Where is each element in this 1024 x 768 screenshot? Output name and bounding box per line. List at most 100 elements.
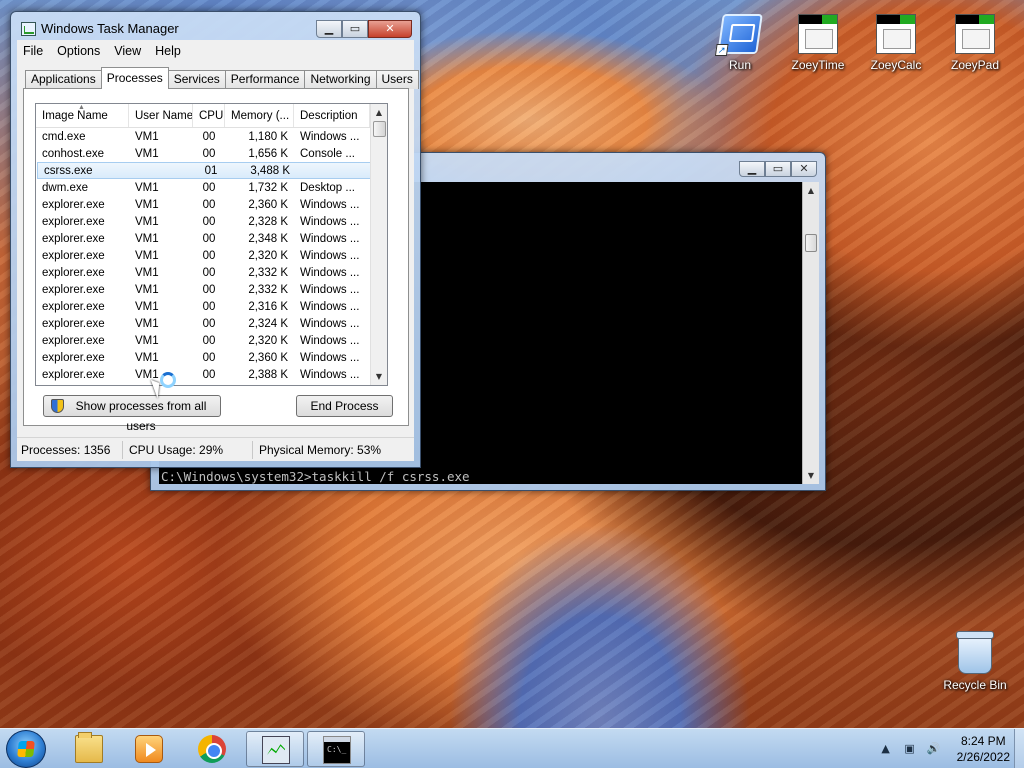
taskbar-task-manager[interactable]: [246, 731, 304, 767]
table-row[interactable]: explorer.exe VM1 00 2,332 K Windows ...: [36, 264, 387, 281]
cell-memory: 1,180 K: [248, 130, 288, 143]
clock-time: 8:24 PM: [960, 734, 1006, 748]
cell-cpu: 00: [202, 283, 216, 296]
maximize-button[interactable]: ▭: [765, 161, 791, 177]
minimize-button[interactable]: ▁: [739, 161, 765, 177]
table-row[interactable]: explorer.exe VM1 00 2,360 K Windows ...: [36, 196, 387, 213]
cell-image-name: explorer.exe: [42, 215, 105, 228]
column-user-name[interactable]: User Name: [129, 104, 193, 127]
cell-cpu: 00: [202, 300, 216, 313]
process-list[interactable]: ▲ Image Name User Name CPU Memory (... D…: [35, 103, 388, 386]
clock[interactable]: 8:24 PM 2/26/2022: [957, 733, 1010, 765]
network-icon[interactable]: ▣: [901, 742, 919, 756]
desktop-icon-run[interactable]: ↗ Run: [704, 14, 776, 72]
console-scrollbar[interactable]: ▲ ▼: [802, 182, 819, 484]
media-player-icon: [135, 735, 163, 763]
scroll-up-arrow-icon[interactable]: ▲: [371, 104, 387, 121]
desktop-icon-zoeycalc[interactable]: ZoeyCalc: [860, 14, 932, 72]
table-row[interactable]: explorer.exe VM1 00 2,320 K Windows ...: [36, 247, 387, 264]
console-command-line: C:\Windows\system32>taskkill /f csrss.ex…: [161, 469, 470, 484]
tab-performance[interactable]: Performance: [224, 70, 306, 89]
tab-services[interactable]: Services: [167, 70, 226, 89]
scroll-up-arrow-icon[interactable]: ▲: [803, 182, 819, 199]
desktop-icon-recycle-bin[interactable]: Recycle Bin: [939, 631, 1011, 692]
scroll-thumb[interactable]: [805, 234, 817, 252]
cell-image-name: dwm.exe: [42, 181, 89, 194]
cell-user-name: VM1: [135, 317, 159, 330]
table-row[interactable]: csrss.exe 01 3,488 K: [37, 162, 386, 179]
menu-options[interactable]: Options: [57, 44, 100, 58]
table-row[interactable]: explorer.exe VM1 00 2,328 K Windows ...: [36, 213, 387, 230]
taskbar-media-player[interactable]: [120, 731, 178, 767]
show-desktop-button[interactable]: [1014, 729, 1024, 768]
cell-memory: 1,732 K: [248, 181, 288, 194]
close-button[interactable]: ✕: [791, 161, 817, 177]
cell-image-name: explorer.exe: [42, 368, 105, 381]
status-physical-memory: Physical Memory: 53%: [259, 442, 382, 457]
system-tray: ▲ ▣ 🔊 8:24 PM 2/26/2022: [877, 729, 1010, 768]
cell-memory: 2,348 K: [248, 232, 288, 245]
volume-icon[interactable]: 🔊: [925, 742, 943, 756]
tab-processes[interactable]: Processes: [100, 67, 169, 89]
taskbar-command-prompt[interactable]: [307, 731, 365, 767]
cell-description: Windows ...: [300, 249, 360, 262]
table-row[interactable]: explorer.exe VM1 00 2,332 K Windows ...: [36, 281, 387, 298]
task-manager-icon: [21, 22, 36, 36]
cell-description: Windows ...: [300, 198, 360, 211]
tab-applications[interactable]: Applications: [25, 70, 102, 89]
tab-users[interactable]: Users: [375, 70, 419, 89]
column-memory[interactable]: Memory (...: [225, 104, 294, 127]
table-row[interactable]: explorer.exe VM1 00 2,348 K Windows ...: [36, 230, 387, 247]
app-window-icon: [798, 14, 838, 54]
taskbar-file-explorer[interactable]: [60, 731, 118, 767]
cell-user-name: VM1: [135, 334, 159, 347]
tab-networking[interactable]: Networking: [304, 70, 377, 89]
menu-bar: File Options View Help: [17, 40, 414, 61]
column-cpu[interactable]: CPU: [193, 104, 225, 127]
cell-image-name: explorer.exe: [42, 351, 105, 364]
cell-cpu: 00: [202, 317, 216, 330]
scroll-thumb[interactable]: [373, 121, 386, 137]
start-button[interactable]: [6, 730, 46, 768]
desktop-icon-zoeypad[interactable]: ZoeyPad: [939, 14, 1011, 72]
menu-help[interactable]: Help: [155, 44, 181, 58]
table-row[interactable]: explorer.exe VM1 00 2,316 K Windows ...: [36, 298, 387, 315]
table-row[interactable]: explorer.exe VM1 00 2,360 K Windows ...: [36, 349, 387, 366]
taskbar-chrome[interactable]: [183, 731, 241, 767]
process-rows: cmd.exe VM1 00 1,180 K Windows ... conhost.ex…: [36, 128, 387, 383]
close-button[interactable]: ✕: [368, 20, 412, 38]
table-row[interactable]: explorer.exe VM1 00 2,320 K Windows ...: [36, 332, 387, 349]
column-description[interactable]: Description: [294, 104, 370, 127]
cell-user-name: VM1: [135, 130, 159, 143]
cell-memory: 2,388 K: [248, 368, 288, 381]
maximize-button[interactable]: ▭: [342, 20, 368, 38]
cell-memory: 2,324 K: [248, 317, 288, 330]
cell-description: Windows ...: [300, 232, 360, 245]
cell-memory: 2,360 K: [248, 198, 288, 211]
task-manager-window[interactable]: Windows Task Manager ▁ ▭ ✕ File Options …: [10, 11, 421, 468]
show-hidden-icons-icon[interactable]: ▲: [877, 742, 895, 756]
table-row[interactable]: explorer.exe VM1 00 2,388 K Windows ...: [36, 366, 387, 383]
minimize-button[interactable]: ▁: [316, 20, 342, 38]
busy-spinner-icon: [160, 372, 176, 388]
process-list-scrollbar[interactable]: ▲ ▼: [370, 104, 387, 385]
table-row[interactable]: conhost.exe VM1 00 1,656 K Console ...: [36, 145, 387, 162]
desktop-icon-zoeytime[interactable]: ZoeyTime: [782, 14, 854, 72]
cell-image-name: explorer.exe: [42, 334, 105, 347]
desktop: ↗ Run ZoeyTime ZoeyCalc ZoeyPad Recycle …: [0, 0, 1024, 728]
table-row[interactable]: dwm.exe VM1 00 1,732 K Desktop ...: [36, 179, 387, 196]
table-row[interactable]: explorer.exe VM1 00 2,324 K Windows ...: [36, 315, 387, 332]
menu-view[interactable]: View: [114, 44, 141, 58]
menu-file[interactable]: File: [23, 44, 43, 58]
cell-image-name: explorer.exe: [42, 266, 105, 279]
cell-description: Windows ...: [300, 351, 360, 364]
scroll-down-arrow-icon[interactable]: ▼: [803, 467, 819, 484]
show-all-processes-button[interactable]: Show processes from all users: [43, 395, 221, 433]
chrome-icon: [198, 735, 226, 763]
taskbar: ▲ ▣ 🔊 8:24 PM 2/26/2022: [0, 728, 1024, 768]
end-process-button[interactable]: End Process: [296, 395, 393, 417]
column-image-name[interactable]: ▲ Image Name: [36, 104, 129, 127]
status-bar: Processes: 1356 CPU Usage: 29% Physical …: [17, 437, 414, 461]
scroll-down-arrow-icon[interactable]: ▼: [371, 368, 387, 385]
table-row[interactable]: cmd.exe VM1 00 1,180 K Windows ...: [36, 128, 387, 145]
